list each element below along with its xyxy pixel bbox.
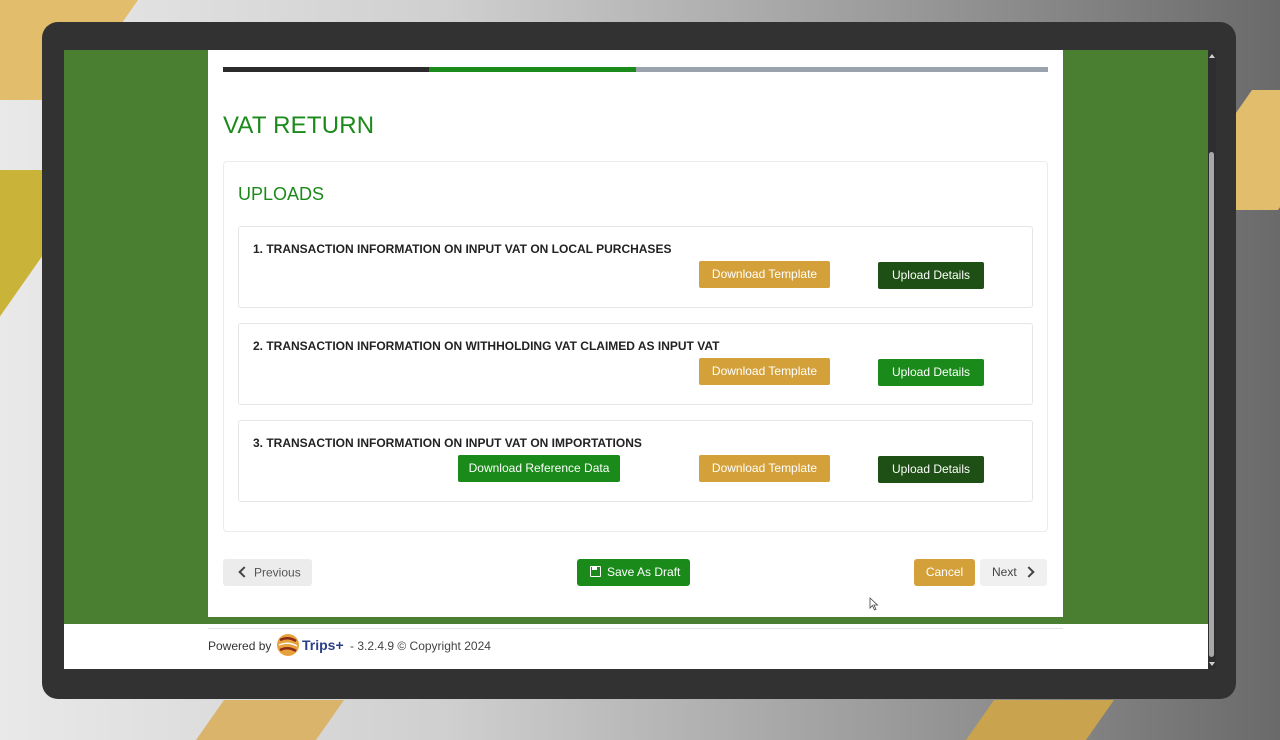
previous-button[interactable]: Previous: [223, 559, 312, 586]
progress-step-3: [636, 67, 1048, 72]
download-template-button[interactable]: Download Template: [699, 261, 830, 288]
page-footer: Powered by Trips+ - 3.2.4.9 © Copyright …: [64, 624, 1208, 669]
download-template-button[interactable]: Download Template: [699, 455, 830, 482]
upload-details-button[interactable]: Upload Details: [878, 456, 984, 483]
upload-item-label: 1. TRANSACTION INFORMATION ON INPUT VAT …: [253, 242, 672, 256]
save-as-draft-label: Save As Draft: [607, 565, 681, 579]
previous-label: Previous: [254, 565, 301, 580]
decorative-stripe: [965, 700, 1115, 740]
app-screen: VAT RETURN UPLOADS 1. TRANSACTION INFORM…: [64, 50, 1208, 669]
scrollbar-thumb[interactable]: [1209, 152, 1214, 657]
powered-by-text: Powered by: [208, 639, 272, 653]
chevron-left-icon: [238, 566, 250, 578]
page-title: VAT RETURN: [223, 112, 375, 139]
footer-divider: [208, 628, 1063, 629]
download-template-button[interactable]: Download Template: [699, 358, 830, 385]
upload-item-withholding-vat: 2. TRANSACTION INFORMATION ON WITHHOLDIN…: [238, 323, 1033, 405]
upload-item-label: 2. TRANSACTION INFORMATION ON WITHHOLDIN…: [253, 339, 720, 353]
upload-item-local-purchases: 1. TRANSACTION INFORMATION ON INPUT VAT …: [238, 226, 1033, 308]
brand-name: Trips+: [302, 637, 344, 653]
upload-details-button[interactable]: Upload Details: [878, 262, 984, 289]
next-button[interactable]: Next: [980, 559, 1047, 586]
step-progress-bar: [223, 67, 1048, 72]
download-reference-data-button[interactable]: Download Reference Data: [458, 455, 620, 482]
upload-details-button[interactable]: Upload Details: [878, 359, 984, 386]
scroll-down-arrow-icon[interactable]: [1209, 662, 1215, 666]
progress-step-2: [429, 67, 636, 72]
next-label: Next: [992, 565, 1017, 580]
version-copyright: - 3.2.4.9 © Copyright 2024: [350, 639, 491, 653]
upload-item-label: 3. TRANSACTION INFORMATION ON INPUT VAT …: [253, 436, 642, 450]
section-title: UPLOADS: [238, 184, 325, 204]
upload-item-importations: 3. TRANSACTION INFORMATION ON INPUT VAT …: [238, 420, 1033, 502]
floppy-disk-icon: [590, 566, 601, 578]
decorative-stripe: [195, 700, 345, 740]
vat-return-card: VAT RETURN UPLOADS 1. TRANSACTION INFORM…: [208, 50, 1063, 617]
save-as-draft-button[interactable]: Save As Draft: [577, 559, 690, 586]
mouse-cursor-icon: [869, 597, 879, 611]
scroll-up-arrow-icon[interactable]: [1209, 54, 1215, 58]
uploads-panel: UPLOADS 1. TRANSACTION INFORMATION ON IN…: [223, 161, 1048, 532]
progress-step-1: [223, 67, 429, 72]
trips-logo-icon: [277, 634, 299, 656]
cancel-button[interactable]: Cancel: [914, 559, 975, 586]
chevron-right-icon: [1023, 566, 1035, 578]
